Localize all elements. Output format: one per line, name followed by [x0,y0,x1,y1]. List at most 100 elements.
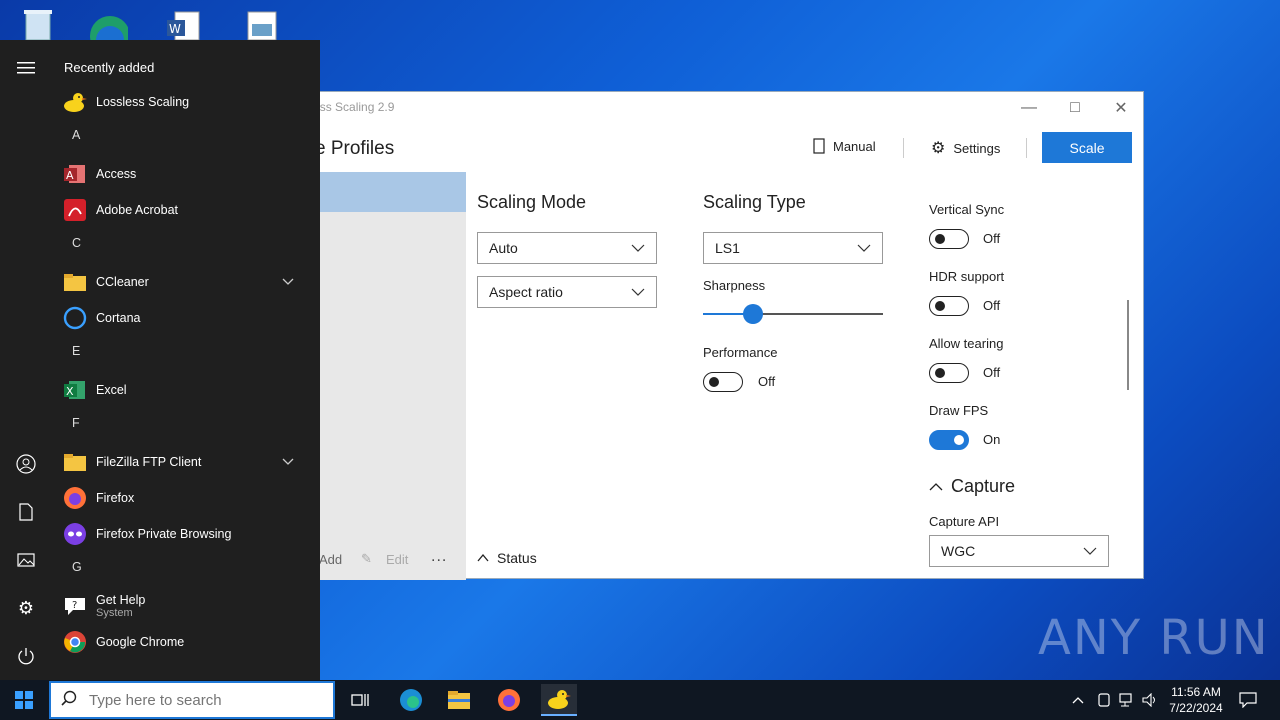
edge-taskbar-icon[interactable] [395,684,427,716]
tearing-label: Allow tearing [929,336,1004,351]
selected-profile[interactable] [301,172,466,212]
recycle-bin-icon[interactable] [18,6,58,41]
system-clock[interactable]: 11:56 AM 7/22/2024 [1160,684,1232,716]
clock-date: 7/22/2024 [1169,701,1223,715]
task-view-icon[interactable] [344,684,376,716]
aspect-ratio-dropdown[interactable]: Aspect ratio [477,276,657,308]
chevron-down-icon [282,455,294,469]
private-browsing-icon [62,521,88,547]
start-menu-item-label: Firefox [96,491,135,505]
start-menu-item[interactable]: CCleaner [62,264,312,300]
windows-start-icon[interactable] [8,684,40,716]
scaling-mode-dropdown[interactable]: Auto [477,232,657,264]
image-file-icon[interactable] [242,6,282,41]
scale-button[interactable]: Scale [1042,132,1132,163]
notification-center-icon[interactable] [1236,680,1260,720]
performance-label: Performance [703,345,778,360]
edge-desktop-icon[interactable] [88,6,130,56]
show-hidden-icons-chevron[interactable] [1068,680,1088,720]
hdr-toggle[interactable] [929,296,969,316]
draw-fps-label: Draw FPS [929,403,989,418]
manual-button[interactable]: Manual [813,138,876,154]
start-menu-item[interactable]: ? Get Help System [62,588,312,624]
start-group-letter[interactable]: C [72,236,81,250]
capture-api-label: Capture API [929,514,1000,529]
start-menu: Recently added Lossless Scaling A A Access A… [0,40,320,680]
start-menu-item[interactable]: Cortana [62,300,312,336]
capture-api-dropdown[interactable]: WGC [929,535,1109,567]
power-icon[interactable] [14,644,38,668]
tearing-state: Off [983,365,1001,380]
search-icon [61,690,77,711]
settings-label: Settings [953,140,1001,156]
close-button[interactable]: ✕ [1098,92,1144,124]
performance-toggle[interactable] [703,372,743,392]
network-icon[interactable] [1117,680,1137,720]
taskbar: 11:56 AM 7/22/2024 [0,680,1280,720]
sharpness-slider[interactable] [703,304,883,324]
user-account-icon[interactable] [14,452,38,476]
header-divider [1026,138,1027,158]
start-menu-item-label: Lossless Scaling [96,95,190,109]
word-document-icon[interactable]: W [165,6,205,41]
scaling-type-value: LS1 [715,240,740,256]
firefox-taskbar-icon[interactable] [493,684,525,716]
start-menu-item-label: CCleaner [96,275,149,289]
settings-gear-icon[interactable]: ⚙ [14,596,38,620]
start-menu-item[interactable]: A Access [62,156,312,192]
start-group-letter[interactable]: F [72,416,80,430]
sharpness-slider-thumb[interactable] [743,304,764,324]
start-menu-item-label: FileZilla FTP Client [96,455,202,469]
tray-device-icon[interactable] [1094,680,1114,720]
start-menu-item-label: Adobe Acrobat [96,203,179,217]
vsync-label: Vertical Sync [929,202,1005,217]
start-group-letter[interactable]: A [72,128,80,142]
volume-icon[interactable] [1140,680,1160,720]
start-menu-item[interactable]: Adobe Acrobat [62,192,312,228]
file-explorer-icon[interactable] [443,684,475,716]
hamburger-menu-icon[interactable] [14,56,38,80]
lossless-scaling-taskbar-icon[interactable] [541,684,577,716]
scrollbar-thumb[interactable] [1127,300,1129,390]
more-options-button[interactable]: ... [431,548,447,566]
start-menu-item-label: Access [96,167,137,181]
taskbar-search[interactable] [49,681,335,719]
capture-heading: Capture [951,476,1016,496]
start-menu-item-label: Excel [96,383,127,397]
start-menu-item[interactable]: Firefox [62,480,312,516]
draw-fps-toggle[interactable] [929,430,969,450]
start-menu-item[interactable]: Google Chrome [62,624,312,660]
start-menu-item[interactable]: Firefox Private Browsing [62,516,312,552]
anyrun-watermark: ANY RUN [1038,610,1270,666]
start-menu-item[interactable]: Lossless Scaling [62,84,312,120]
duck-icon [62,89,88,115]
chevron-down-icon [631,288,645,296]
scaling-type-dropdown[interactable]: LS1 [703,232,883,264]
scaling-mode-heading: Scaling Mode [477,192,587,212]
settings-button[interactable]: ⚙ Settings [931,138,1000,158]
chevron-down-icon [857,244,871,252]
edit-profile-button[interactable]: Edit [386,552,408,567]
documents-icon[interactable] [14,500,38,524]
capture-section-toggle[interactable]: Capture [929,476,1015,497]
svg-text:?: ? [72,600,77,611]
start-group-letter[interactable]: G [72,560,82,574]
maximize-button[interactable]: □ [1052,92,1098,124]
chevron-down-icon [1083,547,1097,555]
status-section-toggle[interactable]: Status [477,550,537,566]
tearing-toggle[interactable] [929,363,969,383]
search-input[interactable] [89,691,309,709]
vsync-toggle[interactable] [929,229,969,249]
chevron-up-icon [929,482,943,490]
start-group-letter[interactable]: E [72,344,80,358]
start-menu-item[interactable]: FileZilla FTP Client [62,444,312,480]
folder-icon [62,269,88,295]
recently-added-heading: Recently added [64,60,155,75]
chevron-down-icon [631,244,645,252]
start-menu-item[interactable]: X Excel [62,372,312,408]
chevron-up-icon [477,554,489,562]
add-profile-button[interactable]: Add [319,552,342,567]
minimize-button[interactable]: — [1006,92,1052,124]
manual-label: Manual [833,138,876,154]
pictures-icon[interactable] [14,548,38,572]
